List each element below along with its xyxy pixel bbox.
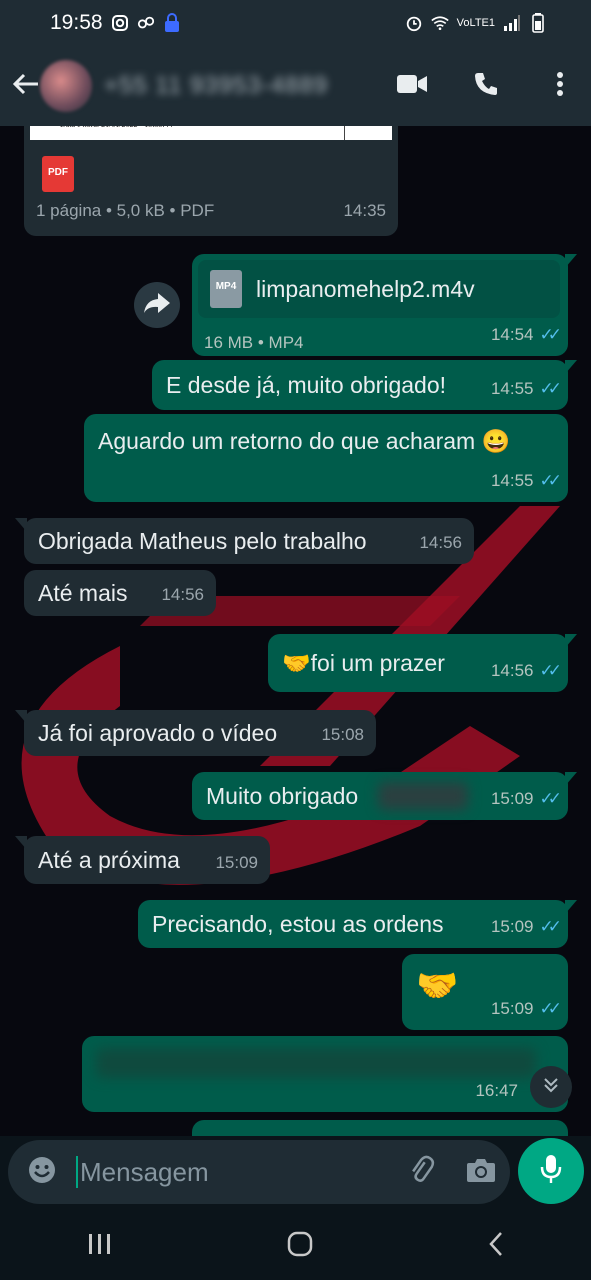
message-time: 16:47 <box>475 1081 518 1100</box>
read-ticks-icon: ✓✓ <box>539 471 562 490</box>
message-bubble[interactable]: Precisando, estou as ordens 15:09 ✓✓ <box>138 900 577 948</box>
home-button[interactable] <box>286 1230 314 1263</box>
video-file-name: limpanomehelp2.m4v <box>256 276 475 302</box>
chevron-left-icon <box>487 1231 505 1262</box>
message-input-bar: Mensagem <box>8 1140 510 1204</box>
message-bubble[interactable]: E desde já, muito obrigado! 14:55 ✓✓ <box>152 360 577 410</box>
chat-header: +55 11 93953-4889 <box>0 46 591 126</box>
message-bubble[interactable]: Até a próxima 15:09 <box>15 836 270 884</box>
message-bubble[interactable] <box>192 1120 568 1136</box>
pdf-info: 1 página • 5,0 kB • PDF <box>36 201 215 220</box>
contact-avatar[interactable] <box>40 60 92 112</box>
read-ticks-icon: ✓✓ <box>539 999 562 1018</box>
pdf-message[interactable]: Data e hora: 21/01/2022 - 15:35:44 PDF 1… <box>24 126 398 236</box>
battery-icon <box>529 13 547 33</box>
message-bubble[interactable]: Obrigada Matheus pelo trabalho 14:56 <box>15 518 474 564</box>
text-caret <box>76 1156 78 1188</box>
message-text: 🤝foi um prazer <box>282 650 445 676</box>
pdf-preview-text: Data e hora: 21/01/2022 - 15:35:44 <box>60 126 173 140</box>
paperclip-icon <box>406 1155 436 1189</box>
message-time: 14:56 <box>490 661 534 680</box>
microphone-icon <box>539 1153 563 1190</box>
system-nav-bar <box>0 1212 591 1280</box>
message-time: 15:08 <box>321 725 364 744</box>
scroll-bottom-button[interactable] <box>530 1066 572 1108</box>
message-bubble[interactable]: 16:47 <box>82 1036 568 1112</box>
camera-button[interactable] <box>466 1157 496 1188</box>
pdf-file-icon: PDF <box>42 156 74 192</box>
emoji-icon <box>27 1155 57 1190</box>
camera-icon <box>466 1158 496 1187</box>
video-call-button[interactable] <box>395 69 429 103</box>
attach-button[interactable] <box>406 1155 436 1190</box>
forward-button[interactable] <box>134 282 180 328</box>
message-text: Muito obrigado <box>206 783 359 809</box>
chevron-double-down-icon <box>542 1076 560 1099</box>
message-text: Aguardo um retorno do que acharam 😀 <box>98 428 511 454</box>
wifi-icon <box>430 14 449 32</box>
status-bar: 19:58 VoLTE1 <box>0 0 591 46</box>
bubbles-icon <box>137 14 155 32</box>
more-vertical-icon <box>556 71 564 102</box>
signal-icon <box>503 14 521 32</box>
video-file-icon: MP4 <box>210 270 242 308</box>
redacted-text <box>96 1048 536 1078</box>
menu-button[interactable] <box>543 69 577 103</box>
home-icon <box>286 1231 314 1262</box>
arrow-left-icon <box>12 72 40 101</box>
message-bubble[interactable]: 🤝 15:09 ✓✓ <box>402 954 568 1030</box>
message-time: 15:09 <box>215 853 258 872</box>
forward-icon <box>144 292 170 318</box>
message-time: 15:09 <box>490 789 534 808</box>
redacted-text <box>378 782 468 810</box>
lock-icon <box>163 13 181 32</box>
nav-back-button[interactable] <box>487 1230 505 1263</box>
message-time: 14:54 <box>490 325 534 344</box>
pdf-preview: Data e hora: 21/01/2022 - 15:35:44 <box>30 126 392 140</box>
phone-icon <box>473 71 499 102</box>
message-time: 14:35 <box>343 201 386 220</box>
message-bubble[interactable]: Muito obrigado 15:09 ✓✓ <box>192 772 577 820</box>
video-file-card[interactable]: MP4 limpanomehelp2.m4v <box>198 260 560 318</box>
message-text: Até a próxima <box>38 847 180 873</box>
message-time: 15:09 <box>490 917 534 936</box>
message-text: Obrigada Matheus pelo trabalho <box>38 528 367 554</box>
emoji-button[interactable] <box>22 1152 62 1192</box>
message-time: 14:55 <box>490 379 534 398</box>
recent-apps-button[interactable] <box>87 1232 113 1261</box>
message-text: Precisando, estou as ordens <box>152 911 444 937</box>
voice-call-button[interactable] <box>469 69 503 103</box>
message-input[interactable]: Mensagem <box>80 1157 209 1188</box>
volte-label: VoLTE1 <box>456 16 495 29</box>
chat-area[interactable]: Data e hora: 21/01/2022 - 15:35:44 PDF 1… <box>0 126 591 1136</box>
video-file-info: 16 MB • MP4 <box>204 333 304 352</box>
message-bubble[interactable]: 🤝foi um prazer 14:56 ✓✓ <box>268 634 577 692</box>
alarm-icon <box>405 14 423 32</box>
read-ticks-icon: ✓✓ <box>539 661 562 680</box>
message-bubble[interactable]: Até mais 14:56 <box>24 570 216 616</box>
video-file-message[interactable]: MP4 limpanomehelp2.m4v 16 MB • MP4 14:54… <box>192 254 577 356</box>
video-camera-icon <box>397 73 427 100</box>
message-time: 14:56 <box>419 533 462 552</box>
message-text: Até mais <box>38 580 128 606</box>
recent-apps-icon <box>87 1233 113 1260</box>
read-ticks-icon: ✓✓ <box>539 789 562 808</box>
read-ticks-icon: ✓✓ <box>539 325 562 344</box>
message-time: 14:56 <box>161 585 204 604</box>
message-time: 14:55 <box>490 471 534 490</box>
message-text: E desde já, muito obrigado! <box>166 372 447 398</box>
message-bubble[interactable]: Aguardo um retorno do que acharam 😀 14:5… <box>84 414 568 502</box>
instagram-icon <box>111 14 129 32</box>
message-time: 15:09 <box>490 999 534 1018</box>
contact-name[interactable]: +55 11 93953-4889 <box>104 72 328 100</box>
message-text: 🤝 <box>416 967 459 1005</box>
voice-record-button[interactable] <box>518 1138 584 1204</box>
status-time: 19:58 <box>50 11 103 34</box>
message-bubble[interactable]: Já foi aprovado o vídeo 15:08 <box>15 710 376 756</box>
read-ticks-icon: ✓✓ <box>539 379 562 398</box>
read-ticks-icon: ✓✓ <box>539 917 562 936</box>
message-text: Já foi aprovado o vídeo <box>38 720 278 746</box>
